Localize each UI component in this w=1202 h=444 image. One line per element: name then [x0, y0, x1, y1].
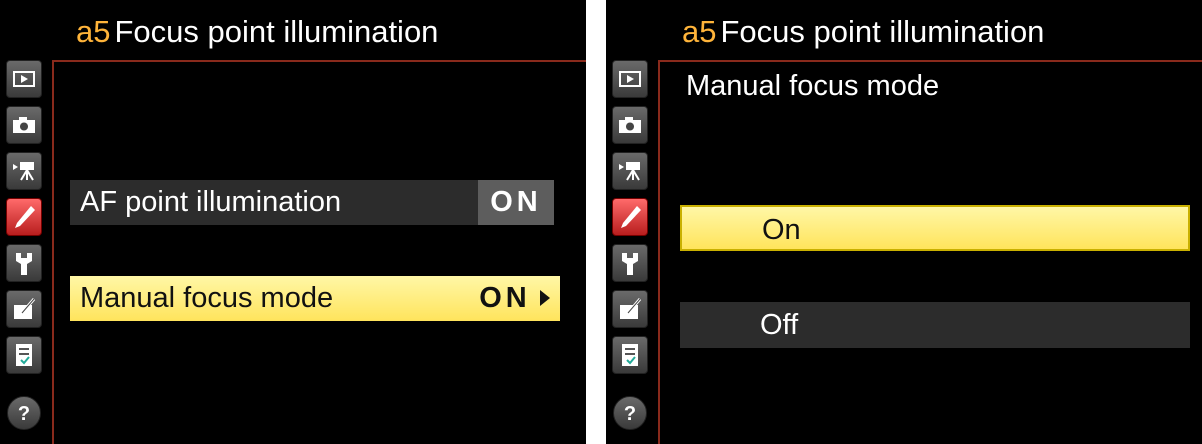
playback-icon	[619, 71, 641, 87]
title-divider	[52, 60, 586, 62]
option-off[interactable]: Off	[680, 302, 1190, 348]
rail-tab-custom-settings[interactable]	[6, 198, 42, 236]
option-on[interactable]: On	[680, 205, 1190, 251]
rail-tab-setup[interactable]	[6, 244, 42, 282]
page-title: a5 Focus point illumination	[76, 14, 438, 50]
menu-title: Focus point illumination	[720, 14, 1045, 49]
option-label: On	[762, 214, 801, 246]
playback-icon	[13, 71, 35, 87]
my-menu-icon	[16, 344, 32, 366]
rail-tab-my-menu[interactable]	[6, 336, 42, 374]
pencil-icon	[621, 206, 641, 228]
rail-tab-custom-settings[interactable]	[612, 198, 648, 236]
pencil-icon	[15, 206, 35, 228]
rail-tab-setup[interactable]	[612, 244, 648, 282]
camera-screen-left: a5 Focus point illumination ? AF point il…	[0, 0, 586, 444]
retouch-icon	[620, 298, 642, 319]
rail-tab-movie[interactable]	[612, 152, 648, 190]
page-title: a5 Focus point illumination	[682, 14, 1044, 50]
menu-item-label: AF point illumination	[80, 186, 342, 218]
movie-icon	[13, 162, 34, 181]
rail-divider	[658, 62, 660, 444]
rail-tab-playback[interactable]	[6, 60, 42, 98]
submenu-title: Manual focus mode	[686, 70, 940, 102]
wrench-icon	[622, 253, 638, 275]
rail-tab-movie[interactable]	[6, 152, 42, 190]
camera-screen-right: a5 Focus point illumination ? Manual focu…	[606, 0, 1202, 444]
svg-text:?: ?	[18, 403, 30, 424]
menu-title: Focus point illumination	[114, 14, 439, 49]
rail-tab-my-menu[interactable]	[612, 336, 648, 374]
menu-code: a5	[682, 14, 717, 49]
rail-divider	[52, 62, 54, 444]
menu-rail: ?	[0, 56, 50, 444]
menu-item-af-point-illumination[interactable]: AF point illumination ON	[70, 180, 554, 225]
wrench-icon	[16, 253, 32, 275]
my-menu-icon	[622, 344, 638, 366]
help-button[interactable]: ?	[7, 396, 41, 430]
help-icon: ?	[624, 403, 636, 424]
camera-icon	[13, 117, 35, 133]
menu-item-manual-focus-mode[interactable]: Manual focus mode ON	[70, 276, 560, 321]
rail-tab-playback[interactable]	[612, 60, 648, 98]
rail-tab-retouch[interactable]	[612, 290, 648, 328]
menu-item-value: ON	[479, 282, 531, 314]
menu-item-value: ON	[478, 180, 554, 225]
rail-tab-shooting[interactable]	[6, 106, 42, 144]
rail-tab-shooting[interactable]	[612, 106, 648, 144]
menu-item-label: Manual focus mode	[80, 282, 334, 314]
svg-text:?: ?	[624, 403, 636, 424]
movie-icon	[619, 162, 640, 181]
title-divider	[658, 60, 1202, 62]
rail-tab-retouch[interactable]	[6, 290, 42, 328]
help-button[interactable]: ?	[613, 396, 647, 430]
retouch-icon	[14, 298, 36, 319]
help-icon: ?	[18, 403, 30, 424]
menu-code: a5	[76, 14, 111, 49]
menu-rail: ?	[606, 56, 656, 444]
option-label: Off	[760, 309, 799, 341]
camera-icon	[619, 117, 641, 133]
chevron-right-icon	[540, 290, 550, 306]
